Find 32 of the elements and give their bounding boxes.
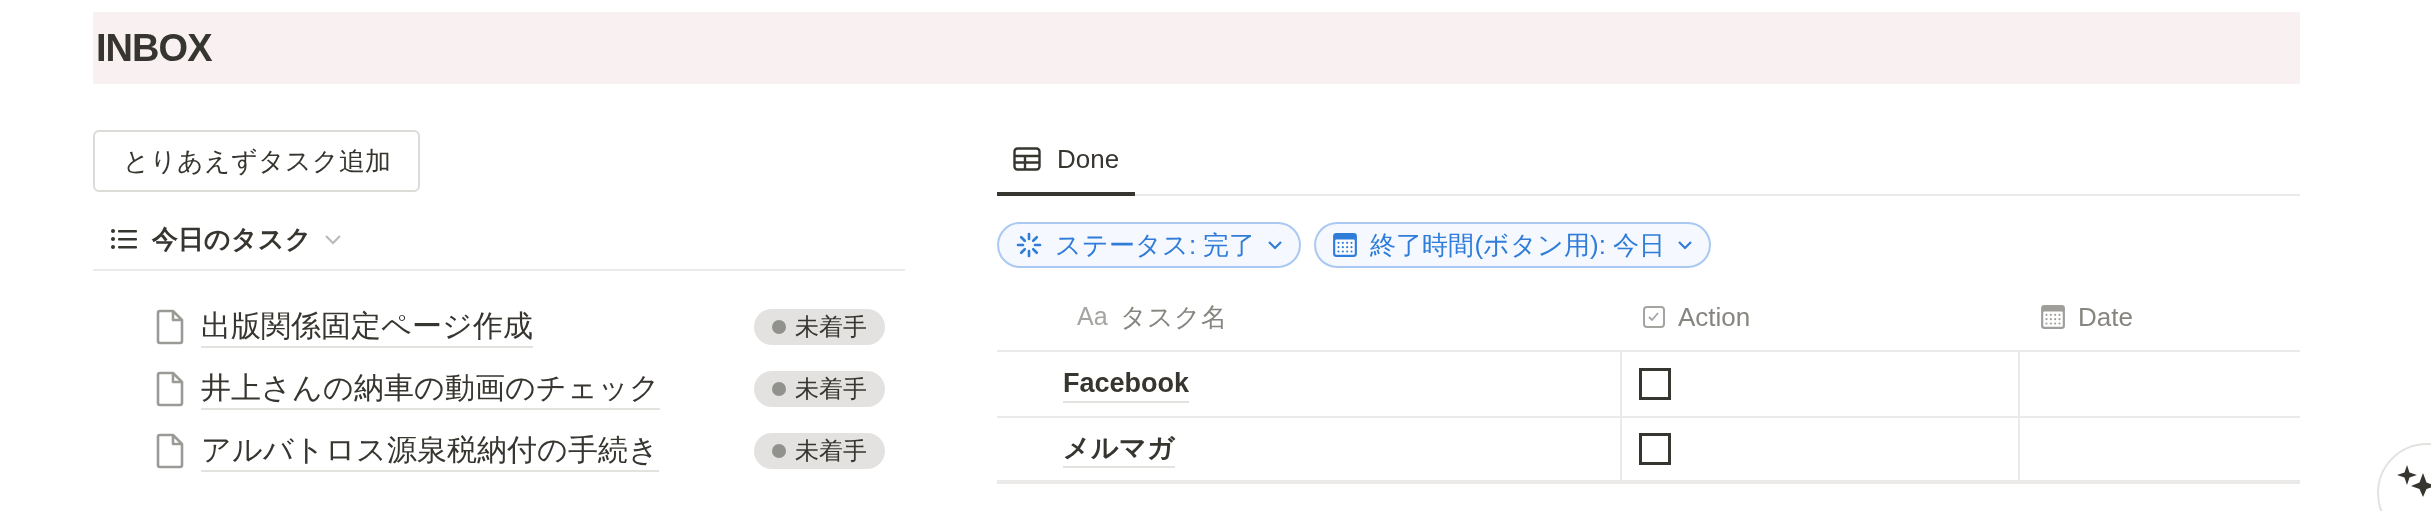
column-header[interactable]: Action [1622,284,2020,350]
view-tab[interactable]: Done [997,126,1136,196]
status-tag: 未着手 [754,433,885,469]
document-icon [155,309,185,345]
column-header[interactable]: Date [2020,284,2300,350]
add-task-button[interactable]: とりあえずタスク追加 [93,130,420,192]
task-link[interactable]: Facebook [1063,365,1190,403]
list-view-tab[interactable]: 今日のタスク [152,219,342,259]
checkbox[interactable] [1639,368,1671,400]
loading-icon [1015,231,1043,259]
sparkle-icon [2397,465,2431,497]
filter-chip[interactable]: ステータス: 完了 [997,222,1302,268]
checkbox-icon [1642,305,1666,329]
table-icon [1013,147,1041,171]
status-tag: 未着手 [754,371,885,407]
column-header[interactable]: Aa タスク名 [997,284,1622,350]
task-link[interactable]: 井上さんの納車の動画のチェック [201,368,660,410]
checkbox[interactable] [1639,433,1671,465]
chevron-down-icon [324,233,342,245]
task-link[interactable]: 出版関係固定ページ作成 [201,306,533,348]
calendar-icon [2040,304,2066,330]
task-link[interactable]: アルバトロス源泉税納付の手続き [201,430,659,472]
calendar-icon [1332,232,1359,258]
task-link[interactable]: メルマガ [1063,430,1175,468]
document-icon [155,371,185,407]
filter-chip[interactable]: 終了時間(ボタン用): 今日 [1314,222,1712,268]
page-title: INBOX [95,25,212,71]
status-tag: 未着手 [754,309,885,345]
chevron-down-icon [1677,240,1694,250]
document-icon [155,433,185,469]
list-icon [110,228,138,250]
chevron-down-icon [1267,240,1284,250]
